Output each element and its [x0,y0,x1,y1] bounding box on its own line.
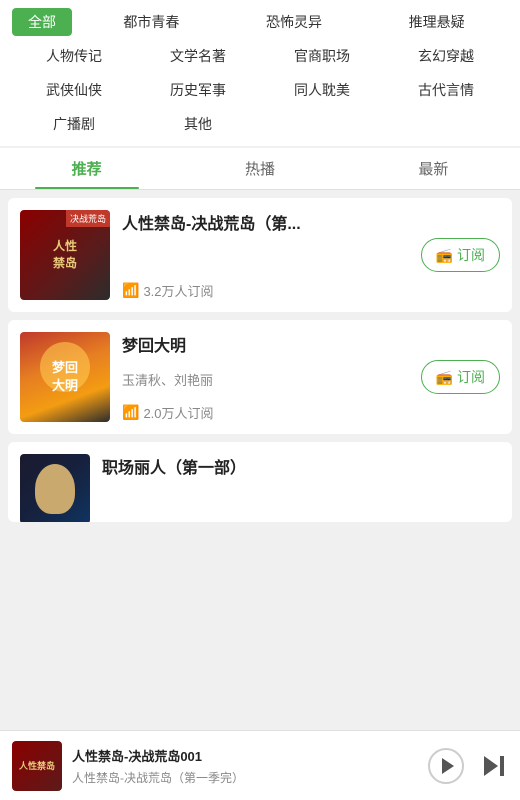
player-controls [428,748,508,784]
category-radio[interactable]: 广播剧 [12,110,136,138]
tabs-bar: 推荐 热播 最新 [0,148,520,190]
book-title-1: 人性禁岛-决战荒岛（第... [122,210,500,234]
next-icon [480,752,508,780]
category-classics[interactable]: 文学名著 [136,42,260,70]
book-sub-1: 📶 3.2万人订阅 [122,281,500,300]
category-row-2: 人物传记 文学名著 官商职场 玄幻穿越 [12,42,508,70]
book-title-2: 梦回大明 [122,332,500,356]
book-sub-2: 📶 2.0万人订阅 [122,403,500,422]
subscribe-icon-2: 📻 [436,369,453,386]
subscribe-btn-1[interactable]: 📻 订阅 [421,238,500,272]
book-cover-2: 梦回大明 [20,332,110,422]
category-all[interactable]: 全部 [12,8,72,36]
subscribe-label-2: 订阅 [457,367,485,387]
cover-text-1: 人性禁岛 [53,238,77,272]
cover-label-1: 决战荒岛 [66,210,110,227]
category-horror[interactable]: 恐怖灵异 [223,8,366,36]
player-title: 人性禁岛-决战荒岛001 [72,746,428,765]
cover-face-3 [35,464,75,514]
category-history[interactable]: 历史军事 [136,76,260,104]
player-info: 人性禁岛-决战荒岛001 人性禁岛-决战荒岛（第一季完） [72,746,428,786]
subscribe-btn-2[interactable]: 📻 订阅 [421,360,500,394]
tab-latest[interactable]: 最新 [347,148,520,189]
signal-icon-1: 📶 [122,282,139,299]
book-card-1[interactable]: 决战荒岛 人性禁岛 人性禁岛-决战荒岛（第... 📶 3.2万人订阅 📻 订阅 [8,198,512,312]
category-other[interactable]: 其他 [136,110,260,138]
category-row-4: 广播剧 其他 [12,110,508,138]
next-button[interactable] [480,752,508,780]
player-cover-text: 人性禁岛 [19,759,55,772]
book-cover-1: 决战荒岛 人性禁岛 [20,210,110,300]
subscribe-icon-1: 📻 [436,247,453,264]
book-cover-3 [20,454,90,522]
book-subscribers-2: 2.0万人订阅 [143,403,213,422]
category-wuxia[interactable]: 武侠仙侠 [12,76,136,104]
category-bar: 全部 都市青春 恐怖灵异 推理悬疑 人物传记 文学名著 官商职场 玄幻穿越 武侠… [0,0,520,146]
book-card-2[interactable]: 梦回大明 梦回大明 玉清秋、刘艳丽 📶 2.0万人订阅 📻 订阅 [8,320,512,434]
bottom-player: 人性禁岛 人性禁岛-决战荒岛001 人性禁岛-决战荒岛（第一季完） [0,730,520,800]
tab-hot[interactable]: 热播 [173,148,346,189]
cover-text-2: 梦回大明 [52,359,78,395]
category-fantasy[interactable]: 玄幻穿越 [384,42,508,70]
book-card-3[interactable]: 职场丽人（第一部） [8,442,512,522]
play-icon [442,758,454,774]
tab-recommend[interactable]: 推荐 [0,148,173,189]
subscribe-label-1: 订阅 [457,245,485,265]
signal-icon-2: 📶 [122,404,139,421]
play-button[interactable] [428,748,464,784]
player-subtitle: 人性禁岛-决战荒岛（第一季完） [72,769,428,786]
category-mystery[interactable]: 推理悬疑 [365,8,508,36]
book-subscribers-1: 3.2万人订阅 [143,281,213,300]
book-title-3: 职场丽人（第一部） [102,454,500,478]
category-fanfic[interactable]: 同人耽美 [260,76,384,104]
book-info-3: 职场丽人（第一部） [102,454,500,522]
content-area: 决战荒岛 人性禁岛 人性禁岛-决战荒岛（第... 📶 3.2万人订阅 📻 订阅 … [0,190,520,710]
category-biography[interactable]: 人物传记 [12,42,136,70]
category-business[interactable]: 官商职场 [260,42,384,70]
category-urban[interactable]: 都市青春 [80,8,223,36]
category-row-1: 全部 都市青春 恐怖灵异 推理悬疑 [12,8,508,36]
category-row-3: 武侠仙侠 历史军事 同人耽美 古代言情 [12,76,508,104]
category-ancient[interactable]: 古代言情 [384,76,508,104]
player-cover: 人性禁岛 [12,741,62,791]
